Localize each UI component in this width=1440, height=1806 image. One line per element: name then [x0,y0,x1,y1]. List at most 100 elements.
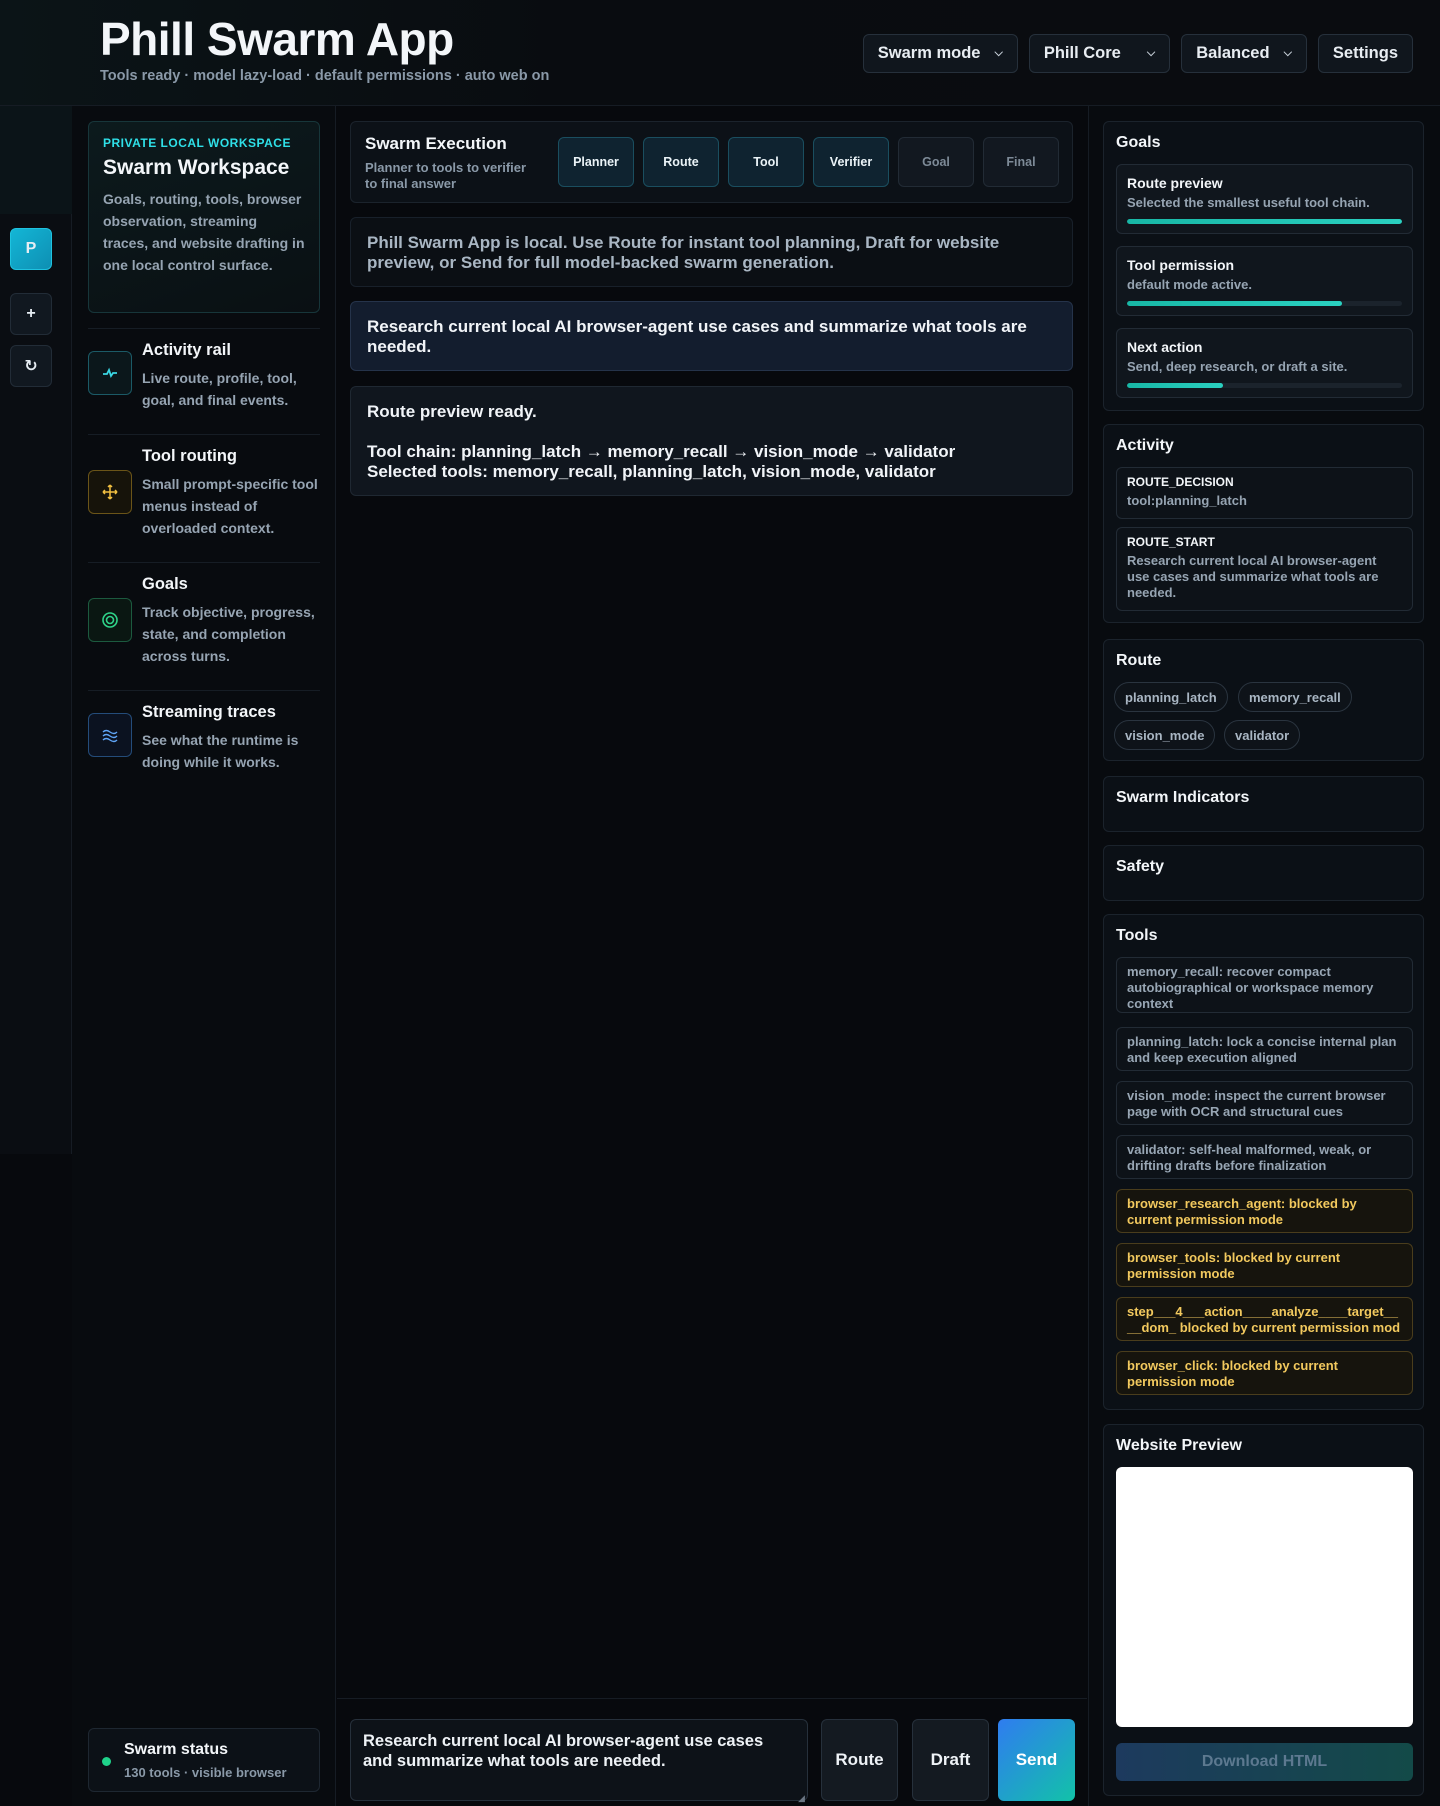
left-sidebar: PRIVATE LOCAL WORKSPACE Swarm Workspace … [72,106,336,1806]
workspace-description: Goals, routing, tools, browser observati… [103,191,305,273]
goal-progress-fill [1127,219,1402,224]
execution-stages: Planner Route Tool Verifier Goal Final [558,137,1059,187]
main-panel: Swarm Execution Planner to tools to veri… [337,106,1087,1806]
user-message: Research current local AI browser-agent … [350,301,1073,371]
plus-icon: + [26,305,36,322]
settings-button[interactable]: Settings [1317,34,1413,73]
send-button[interactable]: Send [998,1719,1075,1801]
resize-handle-icon[interactable]: ◢ [798,1793,805,1804]
prompt-input[interactable]: Research current local AI browser-agent … [350,1719,808,1801]
swarm-status-title: Swarm status [124,1741,229,1758]
workspace-avatar-button[interactable]: P [10,228,52,270]
intro-message: Phill Swarm App is local. Use Route for … [350,217,1073,287]
workspace-title: Swarm Workspace [103,156,290,179]
goals-panel: Goals Route preview Selected the smalles… [1103,121,1424,411]
feature-description: See what the runtime is doing while it w… [142,732,299,770]
model-select-value: Phill Core [1043,44,1121,62]
assistant-tool-chain: Tool chain: planning_latch → memory_reca… [367,442,956,461]
goal-progress-track [1127,219,1402,224]
swarm-execution-card: Swarm Execution Planner to tools to veri… [350,121,1073,203]
route-button[interactable]: Route [821,1719,898,1801]
assistant-selected-tools: Selected tools: memory_recall, planning_… [367,462,936,481]
assistant-status: Route preview ready. [367,402,537,421]
route-chip: vision_mode [1114,720,1216,750]
goal-description: default mode active. [1127,277,1252,292]
move-icon [88,470,132,514]
swarm-status-card: Swarm status 130 tools · visible browser [88,1728,320,1792]
activity-event-detail: tool:planning_latch [1127,493,1247,508]
profile-select-value: Balanced [1196,44,1270,62]
tool-item: memory_recall: recover compact autobiogr… [1116,957,1413,1013]
waves-icon [88,713,132,757]
stage-final: Final [983,137,1059,187]
workspace-card: PRIVATE LOCAL WORKSPACE Swarm Workspace … [88,121,320,313]
activity-event-name: ROUTE_START [1127,535,1215,549]
website-preview-panel: Website Preview Download HTML [1103,1424,1424,1796]
goal-description: Send, deep research, or draft a site. [1127,359,1348,374]
route-panel: Route planning_latch memory_recall visio… [1103,639,1424,761]
tool-item-blocked: browser_click: blocked by current permis… [1116,1351,1413,1395]
activity-event-detail: Research current local AI browser-agent … [1127,553,1379,600]
feature-goals: Goals Track objective, progress, state, … [88,562,320,690]
activity-event-name: ROUTE_DECISION [1127,475,1234,489]
activity-item: ROUTE_START Research current local AI br… [1116,527,1413,611]
new-session-button[interactable]: + [10,293,52,335]
safety-title: Safety [1116,858,1165,875]
feature-title: Activity rail [142,341,231,359]
refresh-icon: ↻ [24,358,38,375]
tool-item: validator: self-heal malformed, weak, or… [1116,1135,1413,1179]
tool-item-blocked: browser_research_agent: blocked by curre… [1116,1189,1413,1233]
mode-select-value: Swarm mode [877,44,981,62]
model-select[interactable]: Phill Core ⌵ [1028,34,1171,73]
stage-planner: Planner [558,137,634,187]
workspace-kicker: PRIVATE LOCAL WORKSPACE [103,136,291,150]
activity-item: ROUTE_DECISION tool:planning_latch [1116,467,1413,519]
feature-title: Tool routing [142,447,237,465]
tools-title: Tools [1116,927,1158,944]
app-subtitle: Tools ready · model lazy-load · default … [100,68,550,84]
assistant-message: Route preview ready. Tool chain: plannin… [350,386,1073,496]
feature-description: Live route, profile, tool, goal, and fin… [142,370,297,408]
stage-route: Route [643,137,719,187]
download-html-button[interactable]: Download HTML [1116,1743,1413,1781]
website-preview-frame[interactable] [1116,1467,1413,1727]
goal-title: Route preview [1127,175,1223,191]
feature-activity-rail: Activity rail Live route, profile, tool,… [88,328,320,434]
goal-progress-track [1127,301,1402,306]
status-indicator-icon [102,1757,111,1766]
refresh-button[interactable]: ↻ [10,345,52,387]
right-sidebar: Goals Route preview Selected the smalles… [1088,106,1440,1806]
goal-item: Tool permission default mode active. [1116,246,1413,316]
goal-title: Next action [1127,339,1203,355]
profile-select[interactable]: Balanced ⌵ [1181,34,1307,73]
swarm-status-detail: 130 tools · visible browser [124,1765,287,1780]
pulse-icon [88,351,132,395]
tool-item: vision_mode: inspect the current browser… [1116,1081,1413,1125]
goal-item: Route preview Selected the smallest usef… [1116,164,1413,234]
route-chip: validator [1224,720,1301,750]
swarm-indicators-panel: Swarm Indicators [1103,776,1424,832]
tool-item-blocked: step___4___action____analyze____target__… [1116,1297,1413,1341]
target-icon [88,598,132,642]
mode-select[interactable]: Swarm mode ⌵ [862,34,1018,73]
feature-title: Streaming traces [142,703,276,721]
feature-description: Small prompt-specific tool menus instead… [142,476,318,536]
stage-tool: Tool [728,137,804,187]
route-chip: memory_recall [1238,682,1352,712]
goal-progress-track [1127,383,1402,388]
tool-item: planning_latch: lock a concise internal … [1116,1027,1413,1071]
goal-title: Tool permission [1127,257,1235,273]
goal-progress-fill [1127,383,1224,388]
tool-item-blocked: browser_tools: blocked by current permis… [1116,1243,1413,1287]
goal-item: Next action Send, deep research, or draf… [1116,328,1413,398]
chevron-down-icon: ⌵ [1146,47,1156,59]
goal-progress-fill [1127,301,1342,306]
activity-panel: Activity ROUTE_DECISION tool:planning_la… [1103,424,1424,623]
swarm-indicators-title: Swarm Indicators [1116,789,1250,806]
rail-accent [0,106,72,214]
feature-streaming-traces: Streaming traces See what the runtime is… [88,690,320,796]
stage-goal: Goal [898,137,974,187]
website-preview-title: Website Preview [1116,1437,1242,1454]
draft-button[interactable]: Draft [912,1719,989,1801]
composer: Research current local AI browser-agent … [337,1698,1087,1806]
